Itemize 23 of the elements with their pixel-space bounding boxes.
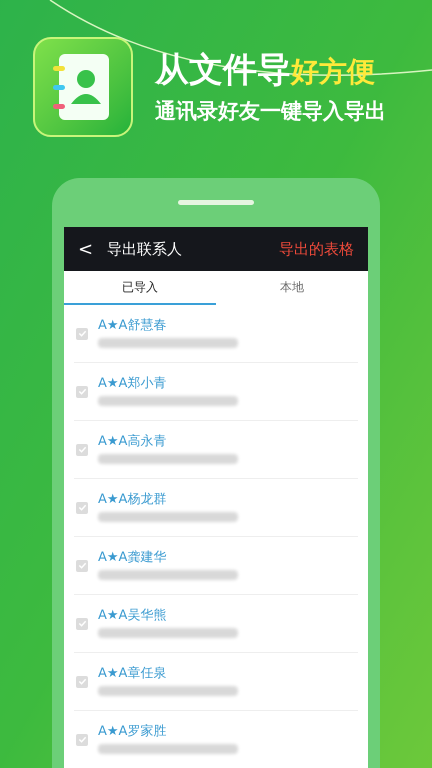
contact-name: A★A龚建华 (98, 551, 168, 564)
back-button[interactable]: < (78, 236, 94, 262)
checkbox[interactable] (76, 444, 88, 456)
contact-name: A★A吴华熊 (98, 609, 168, 622)
header-title: 导出联系人 (107, 238, 184, 260)
contact-name: A★A郑小青 (98, 377, 168, 390)
app-icon (33, 37, 133, 137)
checkbox[interactable] (76, 502, 88, 514)
tab[interactable]: 已导入 (64, 271, 216, 305)
contact-name: A★A高永青 (98, 435, 168, 448)
checkbox[interactable] (76, 734, 88, 746)
checkbox[interactable] (76, 676, 88, 688)
checkbox[interactable] (76, 560, 88, 572)
checkbox[interactable] (76, 328, 88, 340)
contact-name: A★A舒慧春 (98, 319, 168, 332)
contact-name: A★A杨龙群 (98, 493, 168, 506)
export-table-link[interactable]: 导出的表格 (279, 238, 354, 260)
contact-name: A★A罗家胜 (98, 725, 168, 738)
checkbox[interactable] (76, 618, 88, 630)
checkbox[interactable] (76, 386, 88, 398)
contact-name: A★A章任泉 (98, 667, 168, 680)
subtitle: 通讯录好友一键导入导出 (155, 100, 386, 122)
tab[interactable]: 本地 (216, 271, 368, 305)
